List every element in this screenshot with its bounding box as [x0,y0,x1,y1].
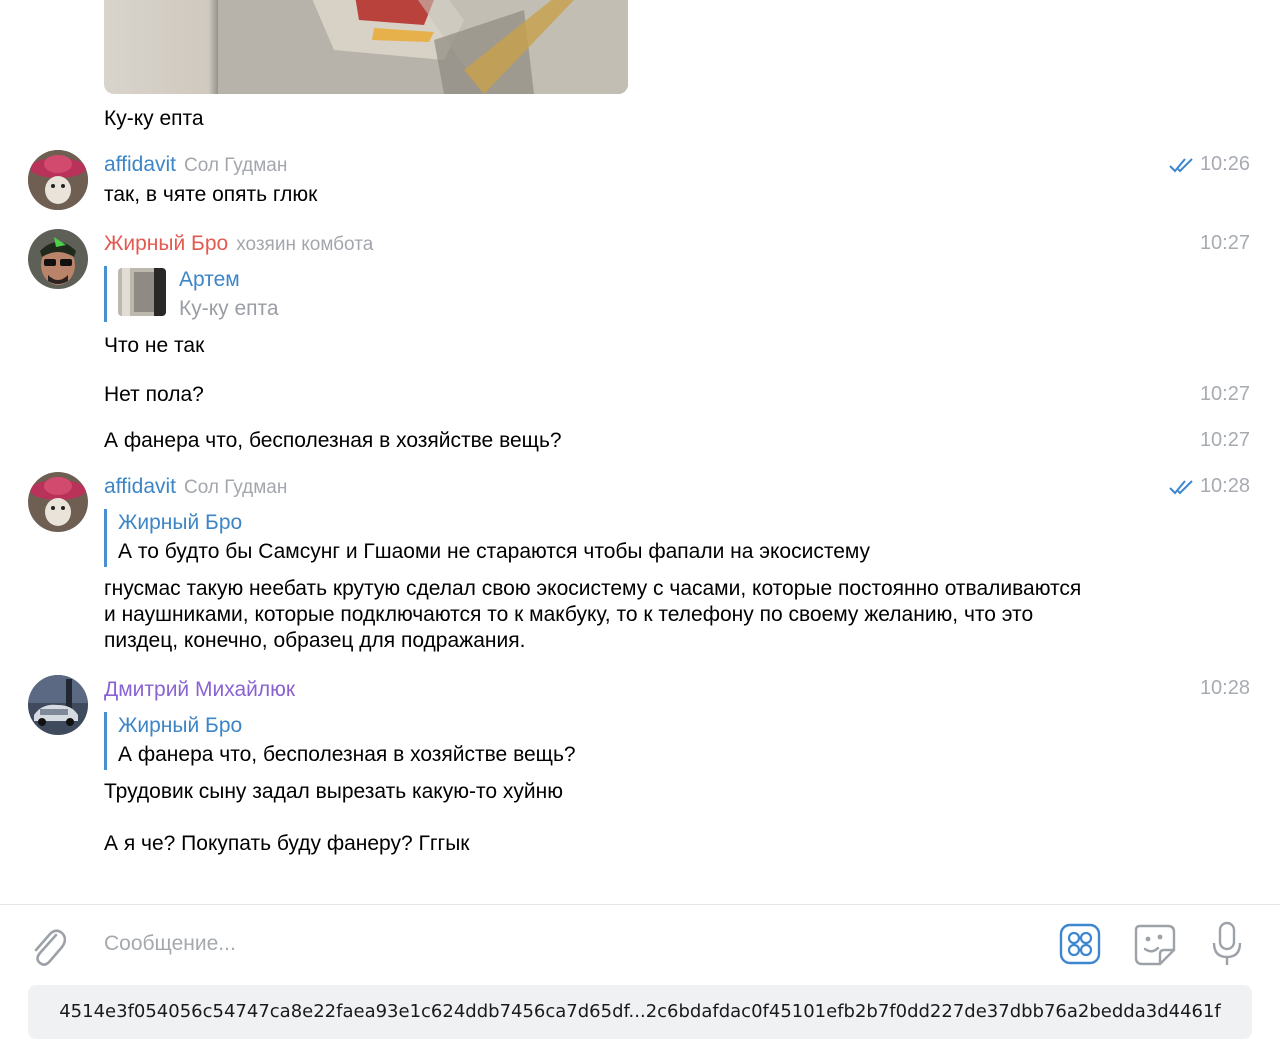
message-header: affidavit Сол Гудман [104,152,287,179]
time-label: 10:26 [1199,153,1250,175]
sender-role: хозяин комбота [236,234,374,255]
message-text-line: пиздец, конечно, образец для подражания. [104,629,526,652]
message-header: affidavit Сол Гудман [104,474,287,501]
reply-text: Ку-ку епта [179,297,279,320]
paperclip-icon[interactable] [26,923,67,967]
message-header: Дмитрий Михайлюк [104,677,295,703]
message-list[interactable]: Ку-ку епта affidavit Сол Гудман 10:26 так… [0,0,1280,904]
sender-name[interactable]: Жирный Бро [104,232,228,255]
message-input[interactable]: Сообщение... [104,932,236,956]
message-composer: Сообщение... [0,904,1280,985]
message-time: 10:28 [1168,474,1250,498]
avatar[interactable] [28,472,88,532]
message-text: Ку-ку епта [104,107,204,130]
message-time: 10:27 [1199,383,1250,405]
message-text: Нет пола? [104,383,204,406]
time-label: 10:28 [1199,475,1250,497]
message-text: так, в чяте опять глюк [104,183,318,206]
message-time: 10:27 [1199,232,1250,254]
message-time: 10:28 [1199,677,1250,699]
media-photo[interactable] [104,0,628,94]
avatar-car-icon [28,675,88,735]
message-text-line: и наушниками, которые подключаются то к … [104,603,1034,626]
double-check-icon [1169,158,1193,173]
message-time: 10:27 [1199,429,1250,451]
avatar[interactable] [28,675,88,735]
avatar[interactable] [28,229,88,289]
reply-thumbnail [118,268,166,316]
avatar-sombrero-dog-icon [28,472,88,532]
sender-role: Сол Гудман [184,477,288,498]
reply-thumbnail-image-icon [118,268,166,316]
reply-quote[interactable]: Жирный Бро А фанера что, бесполезная в х… [104,712,576,770]
microphone-icon[interactable] [1210,921,1244,967]
sticker-icon[interactable] [1132,922,1176,966]
double-check-icon [1169,480,1193,495]
sender-name[interactable]: affidavit [104,153,176,176]
sender-name[interactable]: Дмитрий Михайлюк [104,678,295,701]
bot-commands-icon[interactable] [1059,923,1101,965]
reply-author: Жирный Бро [118,714,243,737]
avatar-sombrero-dog-icon [28,150,88,210]
avatar[interactable] [28,150,88,210]
message-header: Жирный Бро хозяин комбота [104,231,373,258]
sender-name[interactable]: affidavit [104,475,176,498]
message-text-line: гнусмас такую неебать крутую сделал свою… [104,577,1082,600]
reply-author: Артем [179,268,240,291]
reply-text: А фанера что, бесполезная в хозяйстве ве… [118,743,576,766]
reply-quote[interactable]: Жирный Бро А то будто бы Самсунг и Гшаом… [104,509,870,567]
message-text: А я че? Покупать буду фанеру? Гггык [104,832,470,855]
message-text: Что не так [104,334,205,357]
reply-quote[interactable]: Артем Ку-ку епта [104,266,279,322]
message-text: А фанера что, бесполезная в хозяйстве ве… [104,429,562,452]
media-photo-content-icon [218,0,628,94]
message-time: 10:26 [1168,152,1250,176]
hash-caption: 4514e3f054056c54747ca8e22faea93e1c624ddb… [28,985,1252,1039]
sender-role: Сол Гудман [184,155,288,176]
reply-author: Жирный Бро [118,511,243,534]
message-text: Трудовик сыну задал вырезать какую-то ху… [104,780,563,803]
reply-text: А то будто бы Самсунг и Гшаоми не стараю… [118,540,871,563]
avatar-man-sunglasses-icon [28,229,88,289]
